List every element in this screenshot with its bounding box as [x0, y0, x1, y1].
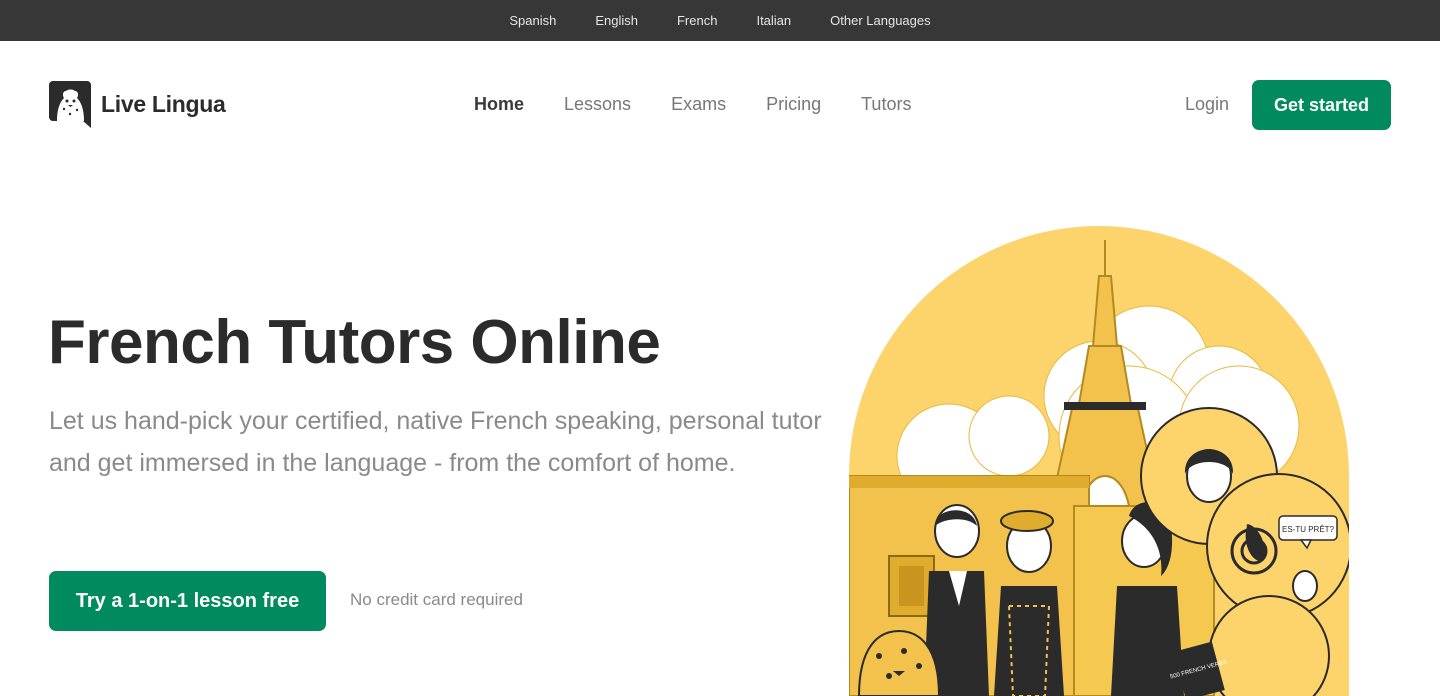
nav-lessons[interactable]: Lessons — [564, 92, 631, 116]
hero-subtitle: Let us hand-pick your certified, native … — [49, 407, 822, 477]
no-credit-card-note: No credit card required — [350, 590, 523, 609]
lang-link-french[interactable]: French — [657, 0, 736, 41]
lang-link-english[interactable]: English — [576, 0, 658, 41]
nav-home[interactable]: Home — [474, 92, 524, 116]
nav-exams[interactable]: Exams — [671, 92, 726, 116]
nav-tutors[interactable]: Tutors — [861, 92, 911, 116]
lang-link-spanish[interactable]: Spanish — [490, 0, 576, 41]
login-link[interactable]: Login — [1185, 92, 1229, 116]
main-nav: Home Lessons Exams Pricing Tutors — [474, 92, 911, 116]
free-lesson-button[interactable]: Try a 1-on-1 lesson free — [49, 571, 326, 631]
site-header: Live Lingua Home Lessons Exams Pricing T… — [0, 41, 1440, 167]
leopard-logo-icon — [49, 81, 91, 128]
paris-illustration: ES-TU PRÊT? 500 FRENCH VERBS — [849, 226, 1349, 696]
get-started-button[interactable]: Get started — [1252, 80, 1391, 130]
lang-link-italian[interactable]: Italian — [737, 0, 811, 41]
lang-link-other[interactable]: Other Languages — [811, 0, 950, 41]
logo-link[interactable]: Live Lingua — [49, 81, 226, 128]
language-bar: Spanish English French Italian Other Lan… — [0, 0, 1440, 41]
page-title: French Tutors Online — [48, 308, 661, 377]
nav-pricing[interactable]: Pricing — [766, 92, 821, 116]
speech-bubble-text: ES-TU PRÊT? — [1282, 525, 1335, 534]
logo-text: Live Lingua — [101, 91, 226, 117]
